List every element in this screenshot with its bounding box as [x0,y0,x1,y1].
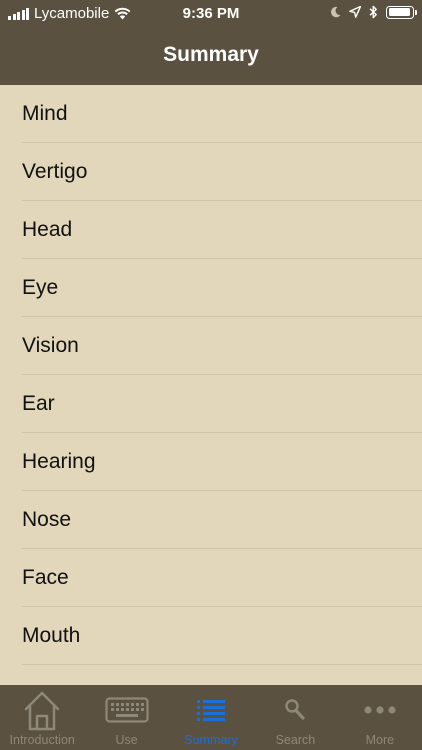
tab-search[interactable]: Search [253,685,337,750]
list-item-label: Mouth [22,624,81,647]
tab-label: More [365,733,395,747]
list-item[interactable]: Mind [0,85,422,143]
summary-list: Mind Vertigo Head Eye Vision Ear Hearing… [0,85,422,685]
list-item-label: Hearing [22,450,96,473]
top-bar: Lycamobile 9:36 PM Summary [0,0,422,85]
tab-summary[interactable]: Summary [169,685,253,750]
status-right [330,5,417,19]
list-item[interactable]: Face [0,549,422,607]
more-icon [363,689,397,731]
status-bar: Lycamobile 9:36 PM [0,0,422,28]
location-arrow-icon [349,6,361,18]
list-item-partial[interactable] [0,665,422,685]
list-item-label: Head [22,218,73,241]
list-item[interactable]: Nose [0,491,422,549]
list-item-label: Nose [22,508,72,531]
list-item-label: Mind [22,102,68,125]
nav-title: Summary [163,43,259,66]
tab-introduction[interactable]: Introduction [0,685,84,750]
battery-icon [386,5,417,19]
list-item[interactable]: Ear [0,375,422,433]
list-item[interactable]: Vertigo [0,143,422,201]
tab-bar: Introduction Use Summary Search More [0,685,422,750]
search-icon [284,689,306,731]
list-item[interactable]: Vision [0,317,422,375]
tab-use[interactable]: Use [84,685,168,750]
list-item[interactable]: Mouth [0,607,422,665]
list-item-label: Vertigo [22,160,88,183]
list-icon [196,689,226,731]
keyboard-icon [105,689,149,731]
app-screen: Lycamobile 9:36 PM Summary Mind Vertigo … [0,0,422,750]
tab-label: Use [115,733,138,747]
list-item-label: Ear [22,392,55,415]
tab-label: Introduction [9,733,75,747]
tab-more[interactable]: More [338,685,422,750]
tab-label: Search [275,733,316,747]
bluetooth-icon [369,5,377,19]
list-item[interactable]: Eye [0,259,422,317]
list-item-label: Face [22,566,69,589]
house-icon [23,689,61,731]
list-item[interactable]: Head [0,201,422,259]
list-item-label: Eye [22,276,59,299]
list-item[interactable]: Hearing [0,433,422,491]
list-item-label: Vision [22,334,79,357]
tab-label: Summary [184,733,238,747]
moon-icon [331,6,341,18]
